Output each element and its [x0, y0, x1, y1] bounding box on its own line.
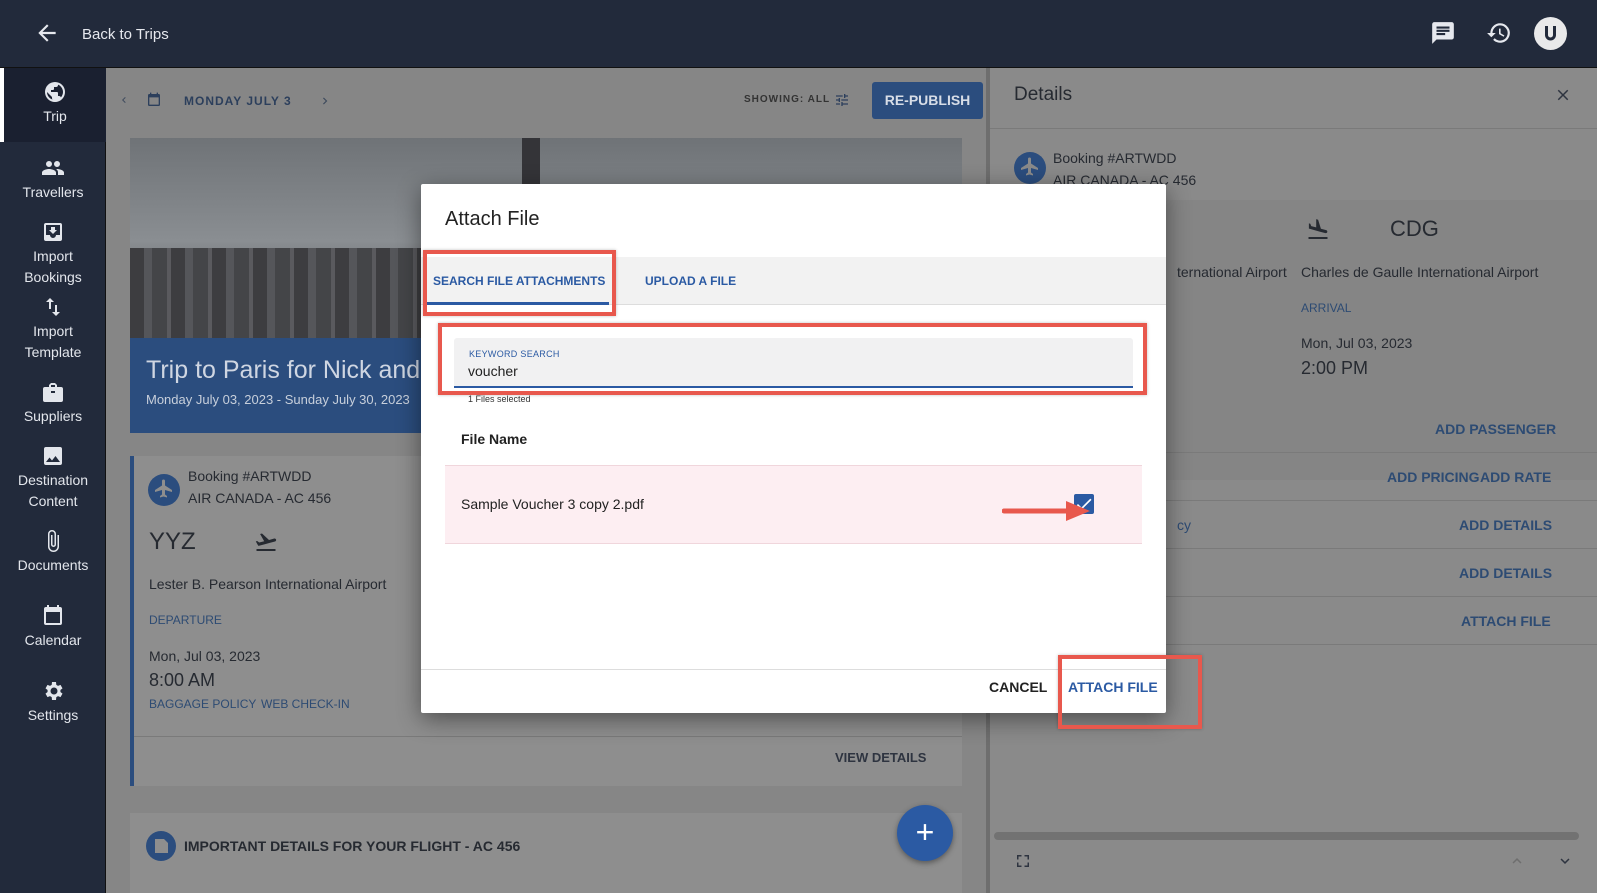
sidebar-item-destination-content[interactable]: Destination Content — [0, 444, 106, 512]
important-details-card[interactable]: IMPORTANT DETAILS FOR YOUR FLIGHT - AC 4… — [130, 813, 962, 893]
dest-airport: Charles de Gaulle International Airport — [1301, 264, 1539, 280]
history-icon[interactable] — [1486, 20, 1512, 46]
sidebar-item-settings[interactable]: Settings — [0, 679, 106, 726]
briefcase-icon — [43, 383, 63, 402]
add-rate-button[interactable]: ADD RATE — [1480, 469, 1551, 485]
dialog-footer-divider — [421, 669, 1166, 670]
showing-filter-label: SHOWING: ALL — [744, 94, 831, 105]
swap-vertical-icon — [46, 298, 60, 316]
calendar-icon[interactable] — [146, 92, 162, 108]
document-icon — [146, 831, 176, 861]
booking-number: Booking #ARTWDD — [188, 468, 312, 484]
back-arrow-icon[interactable] — [34, 20, 60, 46]
sidebar-item-import-template[interactable]: Import Template — [0, 295, 106, 363]
departure-time: 8:00 AM — [149, 670, 216, 690]
important-details-title: IMPORTANT DETAILS FOR YOUR FLIGHT - AC 4… — [184, 838, 521, 854]
origin-code: YYZ — [149, 528, 196, 555]
arrival-date: Mon, Jul 03, 2023 — [1301, 335, 1413, 351]
trip-title: Trip to Paris for Nick and C — [146, 356, 446, 384]
sidebar-item-label: Suppliers — [23, 408, 83, 424]
add-fab-button[interactable]: + — [897, 805, 953, 861]
baggage-policy-link[interactable]: BAGGAGE POLICY — [149, 697, 256, 711]
add-details-button-2[interactable]: ADD DETAILS — [1459, 565, 1552, 581]
sidebar-item-label: Travellers — [22, 184, 84, 200]
sidebar-item-label: Destination Content — [17, 472, 89, 509]
arrival-label: ARRIVAL — [1301, 301, 1352, 315]
trip-dates: Monday July 03, 2023 - Sunday July 30, 2… — [146, 392, 410, 407]
sidebar-item-label: Import Bookings — [24, 248, 82, 285]
arrow-pointer-icon — [1002, 501, 1090, 521]
web-checkin-link[interactable]: WEB CHECK-IN — [261, 697, 350, 711]
republish-button[interactable]: RE-PUBLISH — [872, 82, 983, 119]
departure-label: DEPARTURE — [149, 613, 222, 627]
current-date: MONDAY JULY 3 — [184, 94, 292, 108]
chat-icon[interactable] — [1430, 20, 1456, 46]
add-passenger-button[interactable]: ADD PASSENGER — [1435, 421, 1556, 437]
sidebar-item-label: Import Template — [24, 323, 82, 360]
file-name: Sample Voucher 3 copy 2.pdf — [461, 496, 644, 512]
cancel-button[interactable]: CANCEL — [989, 679, 1047, 695]
paperclip-icon — [48, 530, 59, 552]
sidebar-item-travellers[interactable]: Travellers — [0, 156, 106, 203]
horizontal-scrollbar[interactable] — [994, 832, 1579, 840]
sidebar-item-trip[interactable]: Trip — [0, 68, 106, 142]
sidebar: Trip Travellers Import Bookings Import T… — [0, 68, 106, 893]
details-booking-number: Booking #ARTWDD — [1053, 150, 1177, 166]
flight-takeoff-icon — [255, 533, 277, 551]
origin-airport-partial: ternational Airport — [1177, 264, 1287, 280]
booking-carrier: AIR CANADA - AC 456 — [188, 490, 332, 506]
calendar-icon — [44, 605, 62, 625]
sidebar-item-label: Trip — [43, 108, 67, 124]
view-details-button[interactable]: VIEW DETAILS — [835, 750, 926, 765]
user-logo-icon — [1545, 26, 1556, 41]
tab-upload-a-file[interactable]: UPLOAD A FILE — [633, 257, 748, 305]
selected-count: 1 Files selected — [468, 394, 531, 404]
flight-icon — [1014, 152, 1046, 184]
close-icon[interactable] — [1554, 86, 1572, 104]
file-name-column-header: File Name — [461, 431, 528, 447]
flight-icon — [148, 474, 180, 506]
card-divider — [134, 736, 962, 737]
fullscreen-icon[interactable] — [1014, 852, 1032, 870]
callout-search-tab — [423, 250, 616, 316]
add-pricing-button[interactable]: ADD PRICING — [1387, 469, 1480, 485]
gear-icon — [45, 682, 63, 700]
chevron-down-icon[interactable] — [1556, 852, 1574, 870]
import-icon — [44, 223, 62, 241]
chevron-up-icon[interactable] — [1508, 852, 1526, 870]
chevron-left-icon[interactable] — [118, 94, 130, 106]
origin-airport: Lester B. Pearson International Airport — [149, 576, 387, 592]
arrival-time: 2:00 PM — [1301, 358, 1369, 378]
policy-partial-label: cy — [1177, 517, 1191, 533]
sidebar-item-import-bookings[interactable]: Import Bookings — [0, 220, 106, 288]
sidebar-item-label: Calendar — [24, 632, 82, 648]
top-bar: Back to Trips — [0, 0, 1597, 68]
details-title: Details — [1014, 84, 1073, 105]
filter-sliders-icon[interactable] — [834, 92, 850, 108]
dialog-title: Attach File — [445, 208, 540, 230]
callout-attach-button — [1058, 655, 1202, 729]
sidebar-item-suppliers[interactable]: Suppliers — [0, 380, 106, 427]
sidebar-item-documents[interactable]: Documents — [0, 529, 106, 576]
sidebar-item-label: Documents — [17, 557, 89, 573]
departure-date: Mon, Jul 03, 2023 — [149, 648, 261, 664]
globe-icon — [45, 82, 65, 102]
callout-keyword-search — [438, 323, 1147, 395]
row-divider — [990, 128, 1597, 129]
chevron-right-icon[interactable] — [318, 94, 332, 108]
flight-land-icon — [1308, 219, 1328, 239]
dest-code: CDG — [1390, 216, 1439, 241]
image-icon — [44, 447, 62, 465]
people-icon — [42, 161, 64, 175]
user-avatar[interactable] — [1534, 17, 1567, 50]
sidebar-item-label: Settings — [27, 707, 79, 723]
add-details-button[interactable]: ADD DETAILS — [1459, 517, 1552, 533]
back-to-trips-link[interactable]: Back to Trips — [82, 26, 169, 43]
attach-file-link[interactable]: ATTACH FILE — [1461, 613, 1551, 629]
sidebar-item-calendar[interactable]: Calendar — [0, 604, 106, 651]
